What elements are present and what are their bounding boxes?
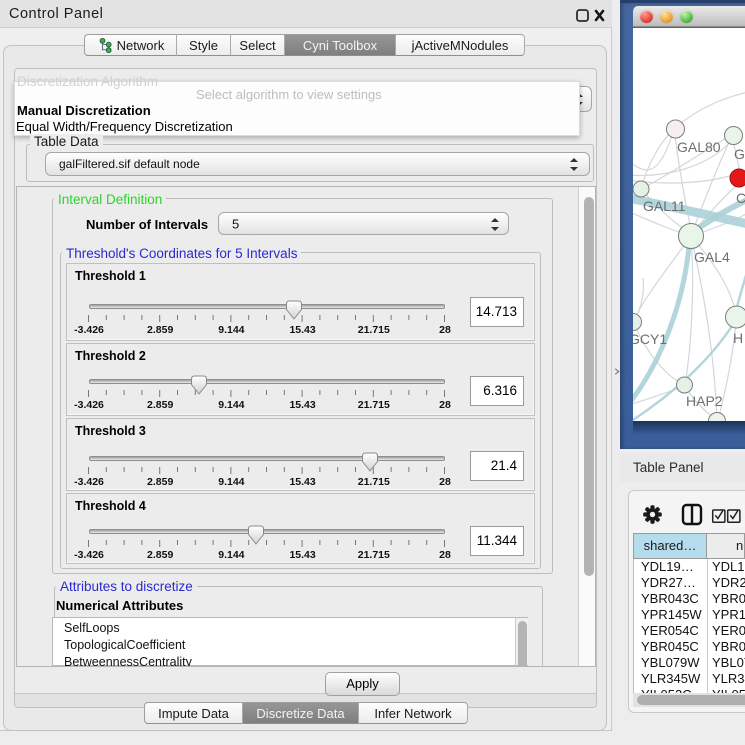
- svg-text:GCY1: GCY1: [633, 331, 667, 347]
- svg-text:GAL4: GAL4: [694, 249, 730, 265]
- svg-text:C: C: [736, 190, 745, 206]
- svg-text:HAP2: HAP2: [686, 393, 723, 409]
- svg-text:GAL80: GAL80: [677, 139, 721, 155]
- svg-text:H: H: [733, 330, 743, 346]
- svg-text:G…: G…: [734, 146, 745, 162]
- svg-text:GAL11: GAL11: [643, 198, 686, 214]
